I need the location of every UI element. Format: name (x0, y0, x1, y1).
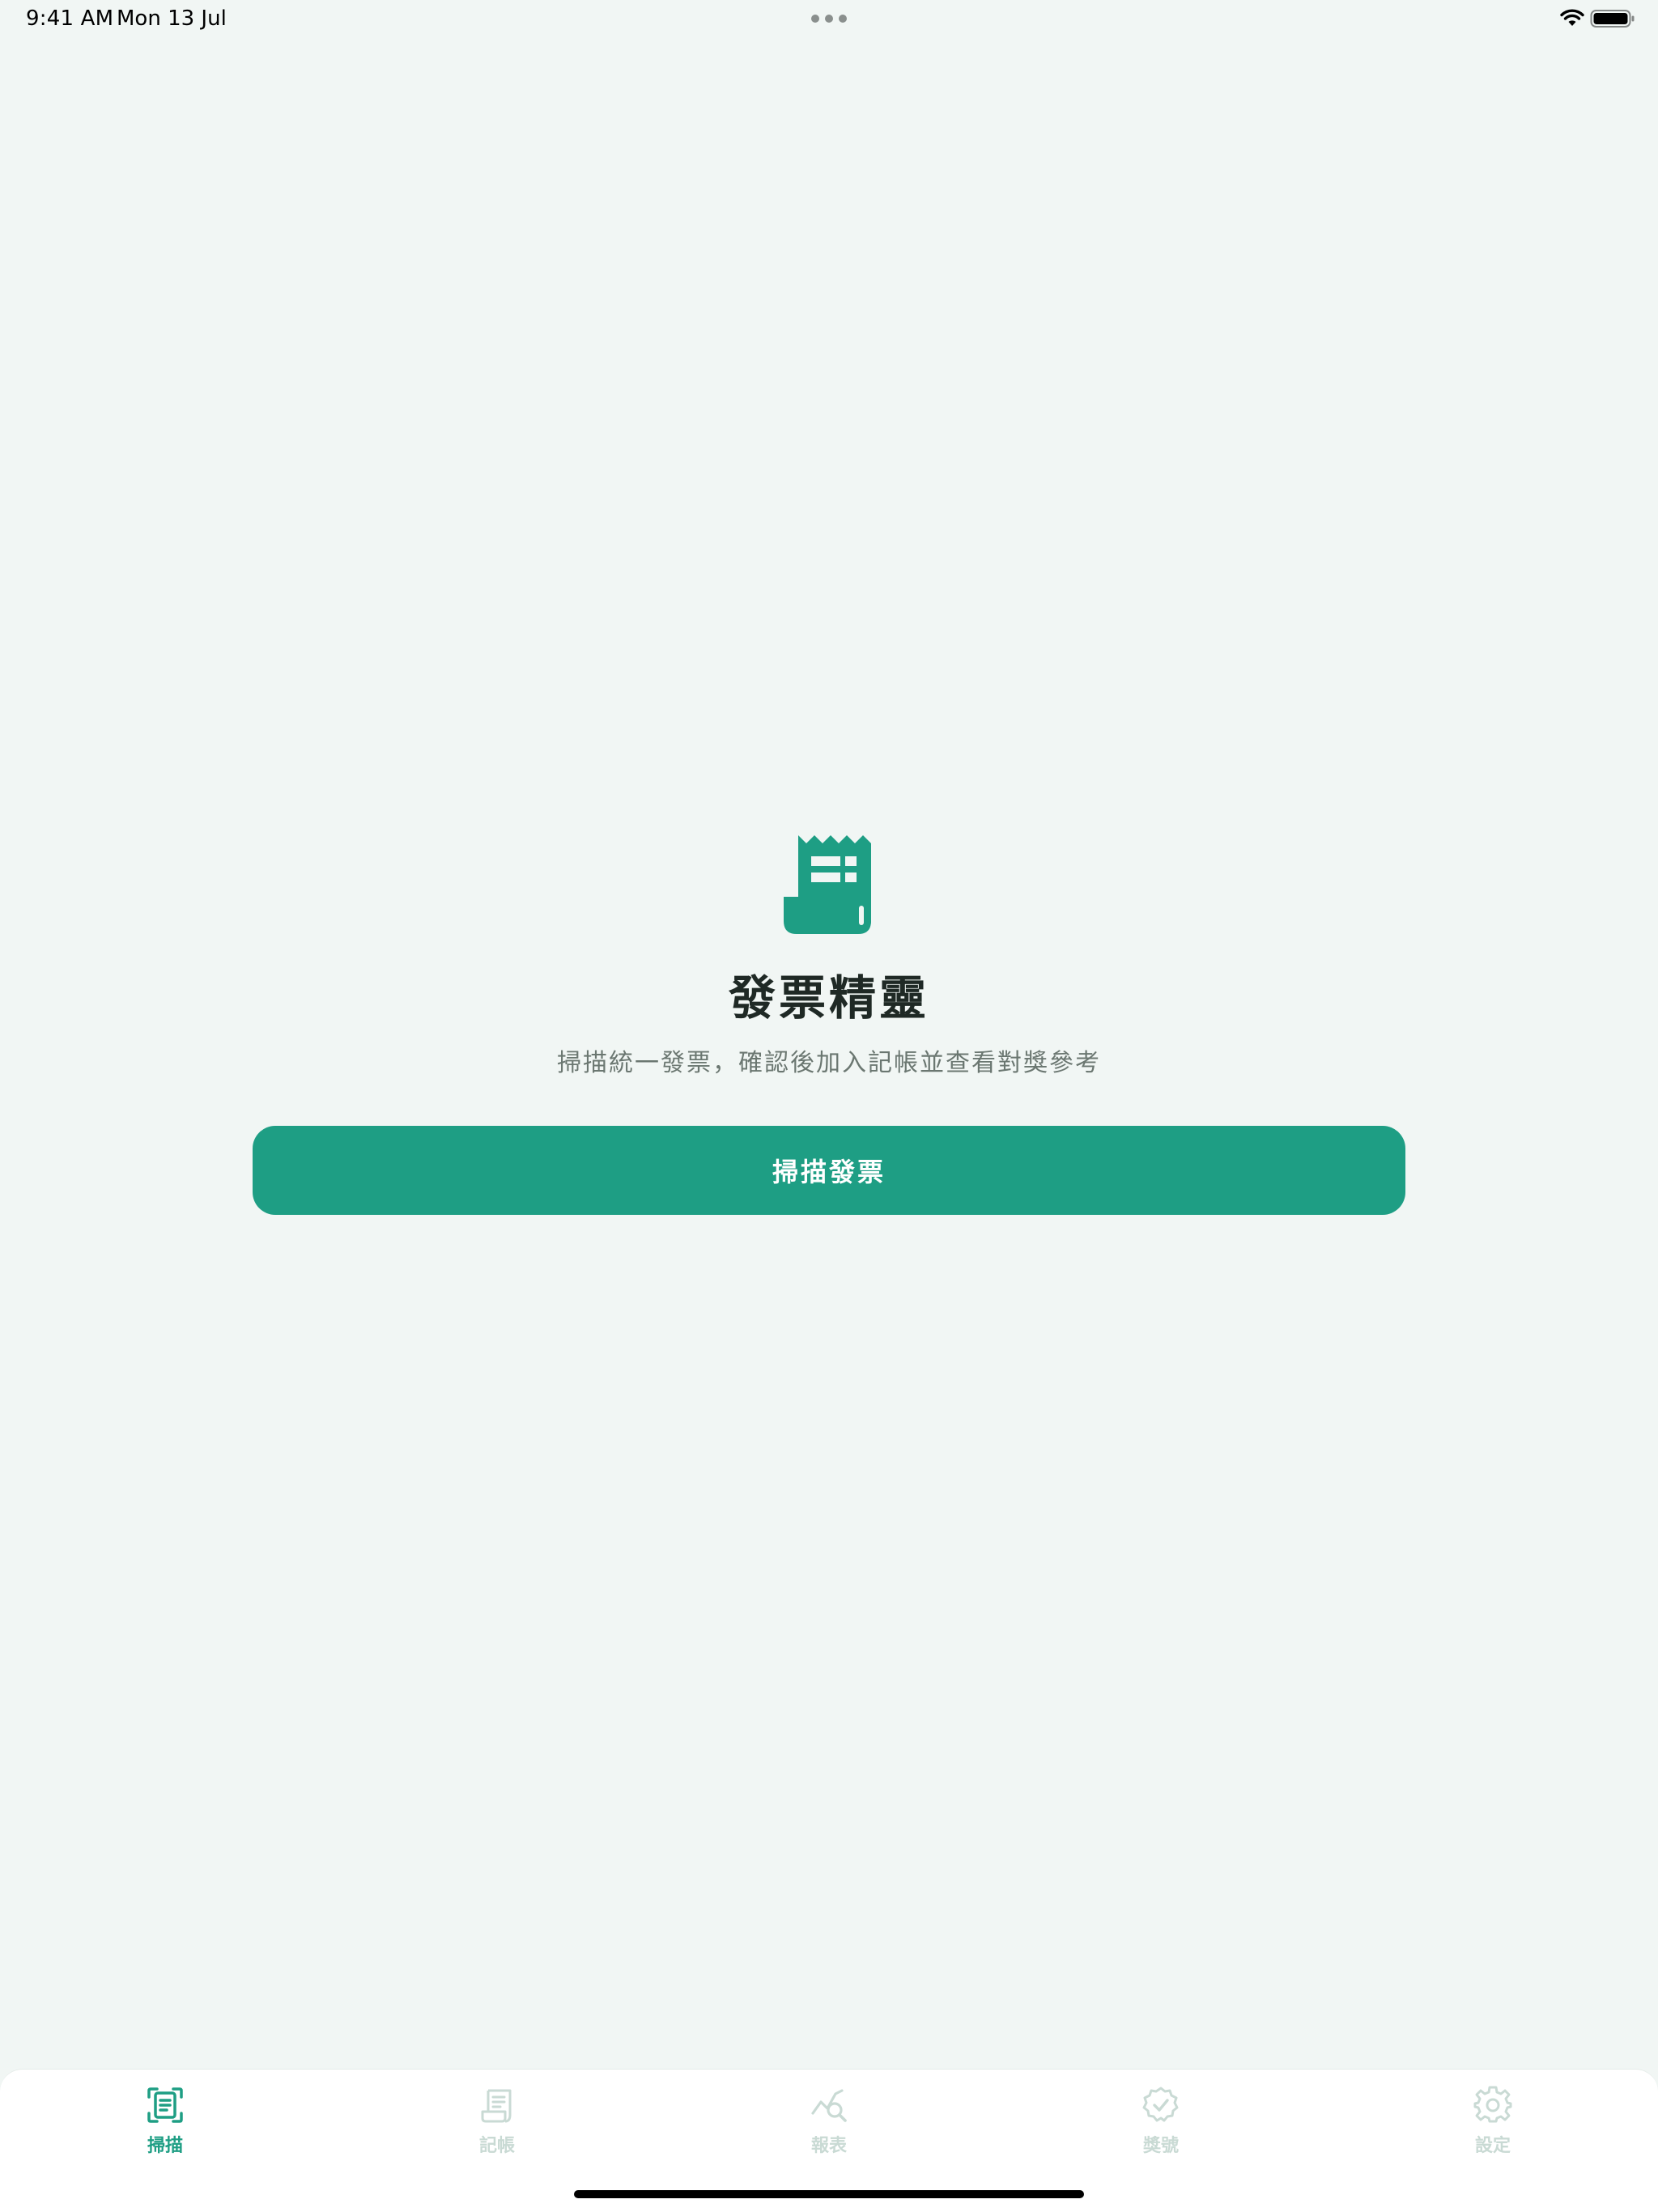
tab-label-ledger: 記帳 (478, 2136, 515, 2156)
status-date: Mon 13 Jul (117, 6, 227, 31)
tab-prize-numbers[interactable]: 獎號 (1096, 2086, 1226, 2167)
receipt-icon (784, 835, 871, 934)
scan-document-icon (147, 2087, 183, 2123)
ledger-icon (481, 2089, 512, 2123)
tab-scan[interactable]: 掃描 (100, 2086, 230, 2167)
status-bar: 9:41 AM Mon 13 Jul (0, 0, 1658, 39)
tab-label-reports: 報表 (810, 2136, 847, 2156)
battery-full-icon (1590, 10, 1635, 28)
tab-settings[interactable]: 設定 (1428, 2086, 1558, 2167)
multitasking-dots-icon[interactable] (811, 15, 847, 23)
app-subtitle: 掃描統一發票，確認後加入記帳並查看對獎參考 (557, 1048, 1101, 1077)
tab-label-settings: 設定 (1474, 2136, 1511, 2156)
wifi-icon (1560, 9, 1584, 26)
status-time: 9:41 AM (26, 6, 114, 31)
gear-icon (1473, 2086, 1512, 2123)
tab-label-prize-numbers: 獎號 (1142, 2136, 1179, 2156)
tab-reports[interactable]: 報表 (764, 2086, 894, 2167)
chart-search-icon (811, 2089, 847, 2122)
home-indicator[interactable] (574, 2190, 1084, 2198)
tab-label-scan: 掃描 (147, 2136, 183, 2156)
scan-invoice-button[interactable]: 掃描發票 (253, 1126, 1405, 1215)
empty-state: 發票精靈 掃描統一發票，確認後加入記帳並查看對獎參考 (0, 834, 1658, 1078)
app-title: 發票精靈 (728, 970, 929, 1025)
tab-ledger[interactable]: 記帳 (432, 2086, 562, 2167)
check-badge-icon (1142, 2087, 1179, 2122)
